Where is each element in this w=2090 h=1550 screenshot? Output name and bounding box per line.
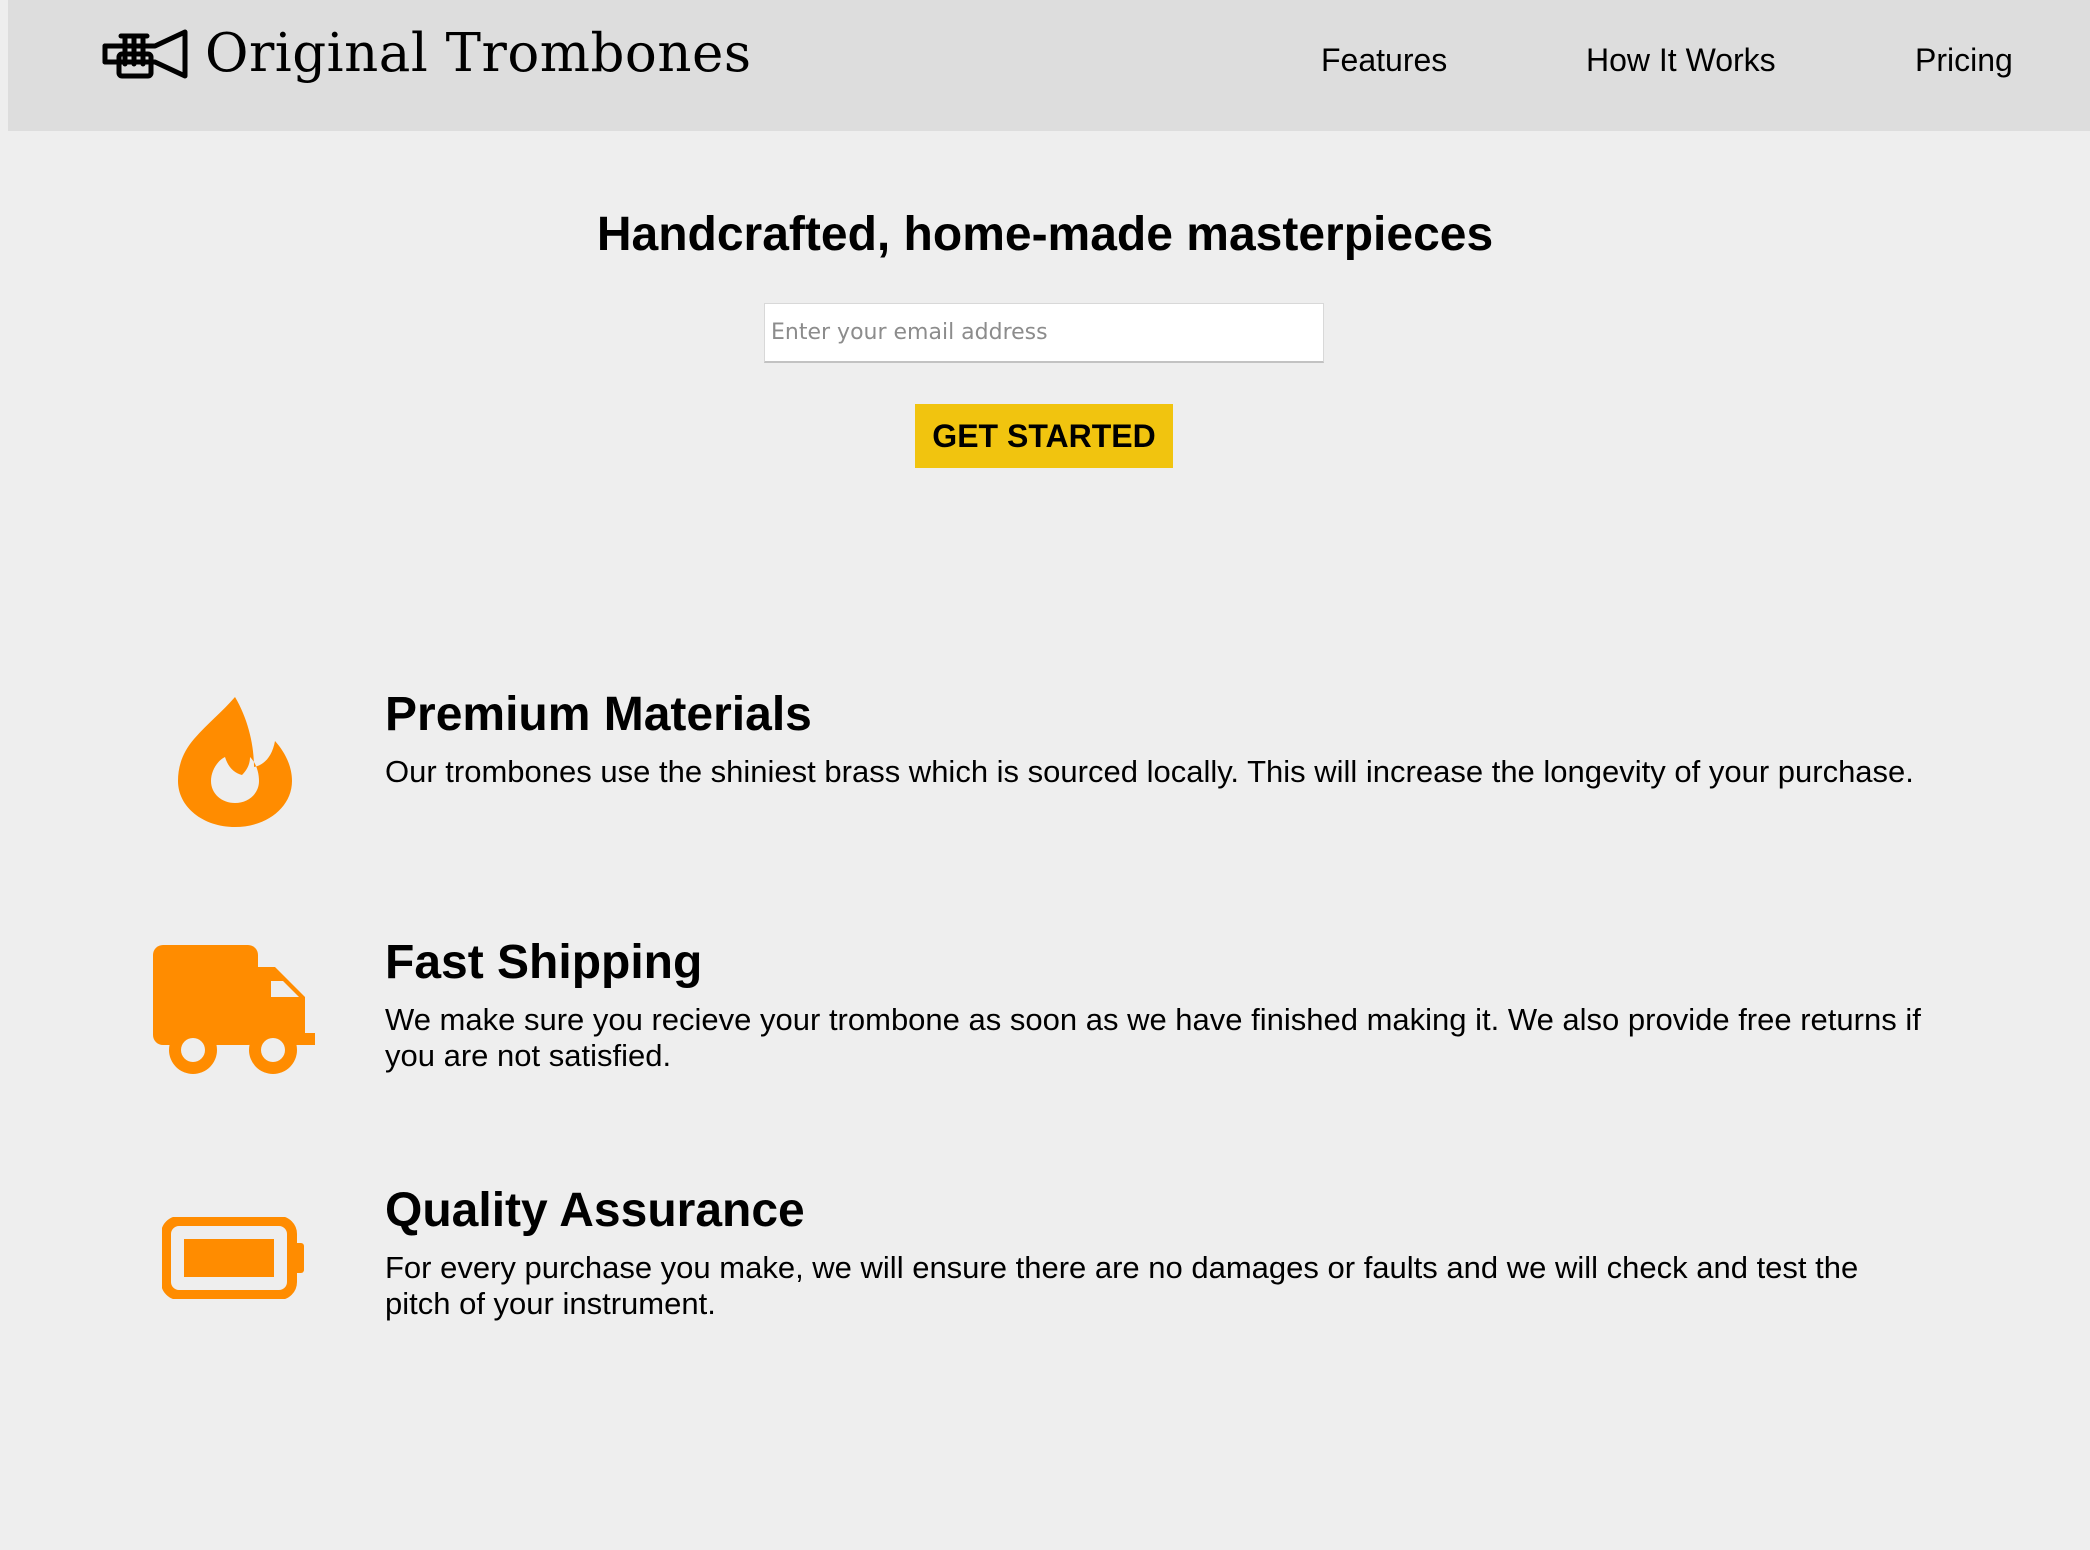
- feature-desc-quality-assurance: For every purchase you make, we will ens…: [385, 1250, 1859, 1321]
- nav-how-it-works[interactable]: How It Works: [1586, 38, 1776, 82]
- battery-icon: [162, 1217, 304, 1299]
- feature-desc-premium-materials: Our trombones use the shiniest brass whi…: [385, 754, 1914, 789]
- feature-title-quality-assurance: Quality Assurance: [385, 1184, 805, 1237]
- feature-desc-fast-shipping: We make sure you recieve your trombone a…: [385, 1002, 1921, 1073]
- feature-title-premium-materials: Premium Materials: [385, 688, 812, 741]
- feature-title-fast-shipping: Fast Shipping: [385, 936, 703, 989]
- get-started-button[interactable]: GET STARTED: [915, 404, 1173, 468]
- truck-icon: [153, 945, 315, 1074]
- logo-text: Original Trombones: [205, 23, 752, 84]
- nav-features[interactable]: Features: [1321, 38, 1447, 82]
- logo[interactable]: Original Trombones: [101, 20, 752, 88]
- nav-pricing[interactable]: Pricing: [1915, 38, 2013, 82]
- site-header: Original Trombones Features How It Works…: [8, 0, 2090, 131]
- trumpet-icon: [102, 29, 188, 79]
- hero-title: Handcrafted, home-made masterpieces: [596, 208, 1494, 261]
- email-input[interactable]: [764, 303, 1324, 363]
- fire-icon: [178, 697, 292, 827]
